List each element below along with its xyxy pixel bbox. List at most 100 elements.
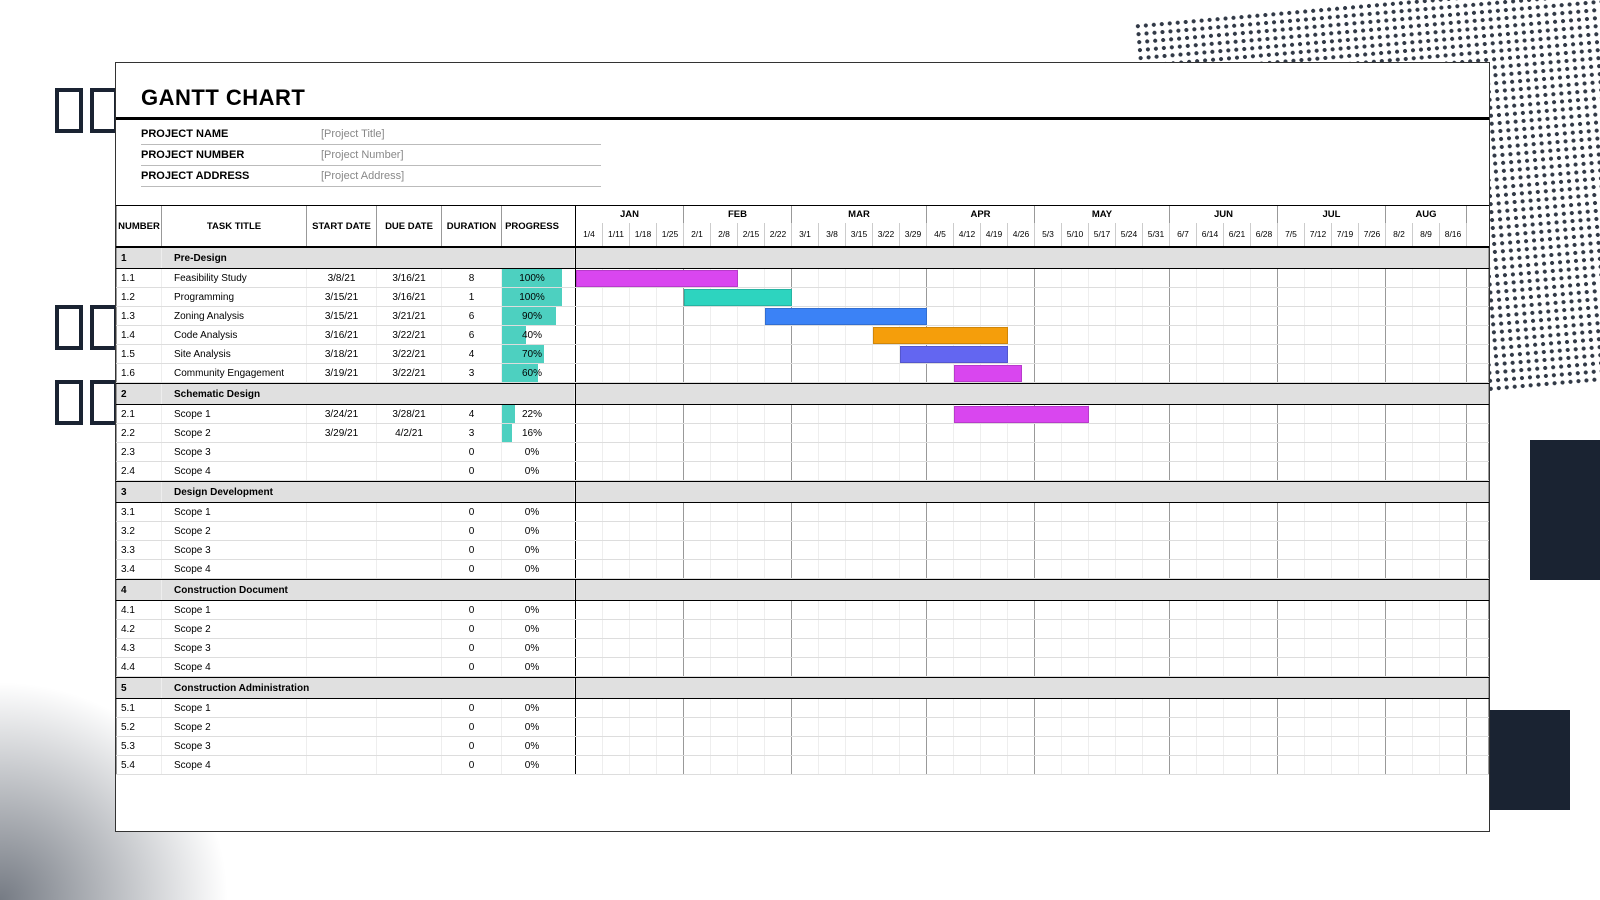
col-progress[interactable]: PROGRESS xyxy=(502,206,562,246)
task-title: Site Analysis xyxy=(162,345,307,363)
task-row[interactable]: 5.1Scope 100% xyxy=(116,699,1489,718)
task-due xyxy=(377,443,442,461)
task-due: 3/22/21 xyxy=(377,364,442,382)
task-row[interactable]: 2.1Scope 13/24/213/28/21422% xyxy=(116,405,1489,424)
task-row[interactable]: 1.3Zoning Analysis3/15/213/21/21690% xyxy=(116,307,1489,326)
task-title: Code Analysis xyxy=(162,326,307,344)
week-header: 6/28 xyxy=(1251,223,1278,246)
gantt-bar[interactable] xyxy=(576,270,738,287)
task-start xyxy=(307,756,377,774)
task-start xyxy=(307,522,377,540)
task-row[interactable]: 1.5Site Analysis3/18/213/22/21470% xyxy=(116,345,1489,364)
task-row[interactable]: 5.4Scope 400% xyxy=(116,756,1489,775)
task-row[interactable]: 3.2Scope 200% xyxy=(116,522,1489,541)
section-gantt xyxy=(576,384,1489,404)
task-duration: 0 xyxy=(442,522,502,540)
task-number: 3.3 xyxy=(117,541,162,559)
task-title: Scope 3 xyxy=(162,541,307,559)
task-number: 1.2 xyxy=(117,288,162,306)
week-header: 1/25 xyxy=(657,223,684,246)
month-header: JUN xyxy=(1170,206,1278,223)
task-title: Scope 2 xyxy=(162,522,307,540)
task-title: Scope 4 xyxy=(162,756,307,774)
task-number: 3.4 xyxy=(117,560,162,578)
task-row[interactable]: 4.3Scope 300% xyxy=(116,639,1489,658)
gantt-bar[interactable] xyxy=(954,406,1089,423)
section-row[interactable]: 4Construction Document xyxy=(116,579,1489,601)
meta-name-value[interactable]: [Project Title] xyxy=(321,128,385,140)
task-row[interactable]: 3.3Scope 300% xyxy=(116,541,1489,560)
meta-address-value[interactable]: [Project Address] xyxy=(321,170,404,182)
task-row[interactable]: 3.4Scope 400% xyxy=(116,560,1489,579)
task-progress: 0% xyxy=(502,541,562,559)
gantt-bar[interactable] xyxy=(954,365,1022,382)
month-header: MAR xyxy=(792,206,927,223)
task-row[interactable]: 4.1Scope 100% xyxy=(116,601,1489,620)
week-header: 5/3 xyxy=(1035,223,1062,246)
task-duration: 0 xyxy=(442,718,502,736)
task-title: Scope 2 xyxy=(162,424,307,442)
bg-square-decor xyxy=(90,88,118,133)
task-due xyxy=(377,658,442,676)
section-gantt xyxy=(576,482,1489,502)
col-task[interactable]: TASK TITLE xyxy=(162,206,307,246)
task-due xyxy=(377,541,442,559)
task-row[interactable]: 2.3Scope 300% xyxy=(116,443,1489,462)
task-progress: 0% xyxy=(502,658,562,676)
gantt-area xyxy=(576,658,1489,676)
task-progress: 100% xyxy=(502,269,562,287)
bg-block-decor xyxy=(1530,440,1600,580)
gantt-bar[interactable] xyxy=(765,308,927,325)
col-number[interactable]: NUMBER xyxy=(117,206,162,246)
task-progress: 0% xyxy=(502,718,562,736)
task-progress: 40% xyxy=(502,326,562,344)
task-due xyxy=(377,718,442,736)
task-duration: 0 xyxy=(442,658,502,676)
section-row[interactable]: 1Pre-Design xyxy=(116,247,1489,269)
task-start: 3/24/21 xyxy=(307,405,377,423)
task-row[interactable]: 1.6Community Engagement3/19/213/22/21360… xyxy=(116,364,1489,383)
task-progress: 16% xyxy=(502,424,562,442)
task-row[interactable]: 3.1Scope 100% xyxy=(116,503,1489,522)
gantt-bar[interactable] xyxy=(684,289,792,306)
task-row[interactable]: 5.3Scope 300% xyxy=(116,737,1489,756)
task-progress: 0% xyxy=(502,560,562,578)
task-number: 2.4 xyxy=(117,462,162,480)
gantt-bar[interactable] xyxy=(900,346,1008,363)
task-duration: 0 xyxy=(442,737,502,755)
task-title: Scope 4 xyxy=(162,658,307,676)
week-header: 2/1 xyxy=(684,223,711,246)
col-duration[interactable]: DURATION xyxy=(442,206,502,246)
col-due[interactable]: DUE DATE xyxy=(377,206,442,246)
section-row[interactable]: 5Construction Administration xyxy=(116,677,1489,699)
task-title: Programming xyxy=(162,288,307,306)
task-due: 3/16/21 xyxy=(377,288,442,306)
col-start[interactable]: START DATE xyxy=(307,206,377,246)
task-row[interactable]: 1.1Feasibility Study3/8/213/16/218100% xyxy=(116,269,1489,288)
week-header: 3/15 xyxy=(846,223,873,246)
task-title: Scope 3 xyxy=(162,737,307,755)
gantt-area xyxy=(576,601,1489,619)
task-row[interactable]: 5.2Scope 200% xyxy=(116,718,1489,737)
task-row[interactable]: 2.2Scope 23/29/214/2/21316% xyxy=(116,424,1489,443)
task-duration: 1 xyxy=(442,288,502,306)
meta-number-value[interactable]: [Project Number] xyxy=(321,149,404,161)
task-title: Scope 3 xyxy=(162,443,307,461)
gantt-area xyxy=(576,522,1489,540)
task-progress: 0% xyxy=(502,756,562,774)
section-gantt xyxy=(576,248,1489,268)
week-header: 6/7 xyxy=(1170,223,1197,246)
week-header: 4/5 xyxy=(927,223,954,246)
section-row[interactable]: 3Design Development xyxy=(116,481,1489,503)
gantt-bar[interactable] xyxy=(873,327,1008,344)
date-header: JANFEBMARAPRMAYJUNJULAUG1/41/111/181/252… xyxy=(576,206,1489,246)
task-progress: 100% xyxy=(502,288,562,306)
task-row[interactable]: 4.2Scope 200% xyxy=(116,620,1489,639)
task-start xyxy=(307,718,377,736)
task-row[interactable]: 4.4Scope 400% xyxy=(116,658,1489,677)
section-row[interactable]: 2Schematic Design xyxy=(116,383,1489,405)
task-row[interactable]: 2.4Scope 400% xyxy=(116,462,1489,481)
task-start xyxy=(307,560,377,578)
task-row[interactable]: 1.4Code Analysis3/16/213/22/21640% xyxy=(116,326,1489,345)
task-row[interactable]: 1.2Programming3/15/213/16/211100% xyxy=(116,288,1489,307)
